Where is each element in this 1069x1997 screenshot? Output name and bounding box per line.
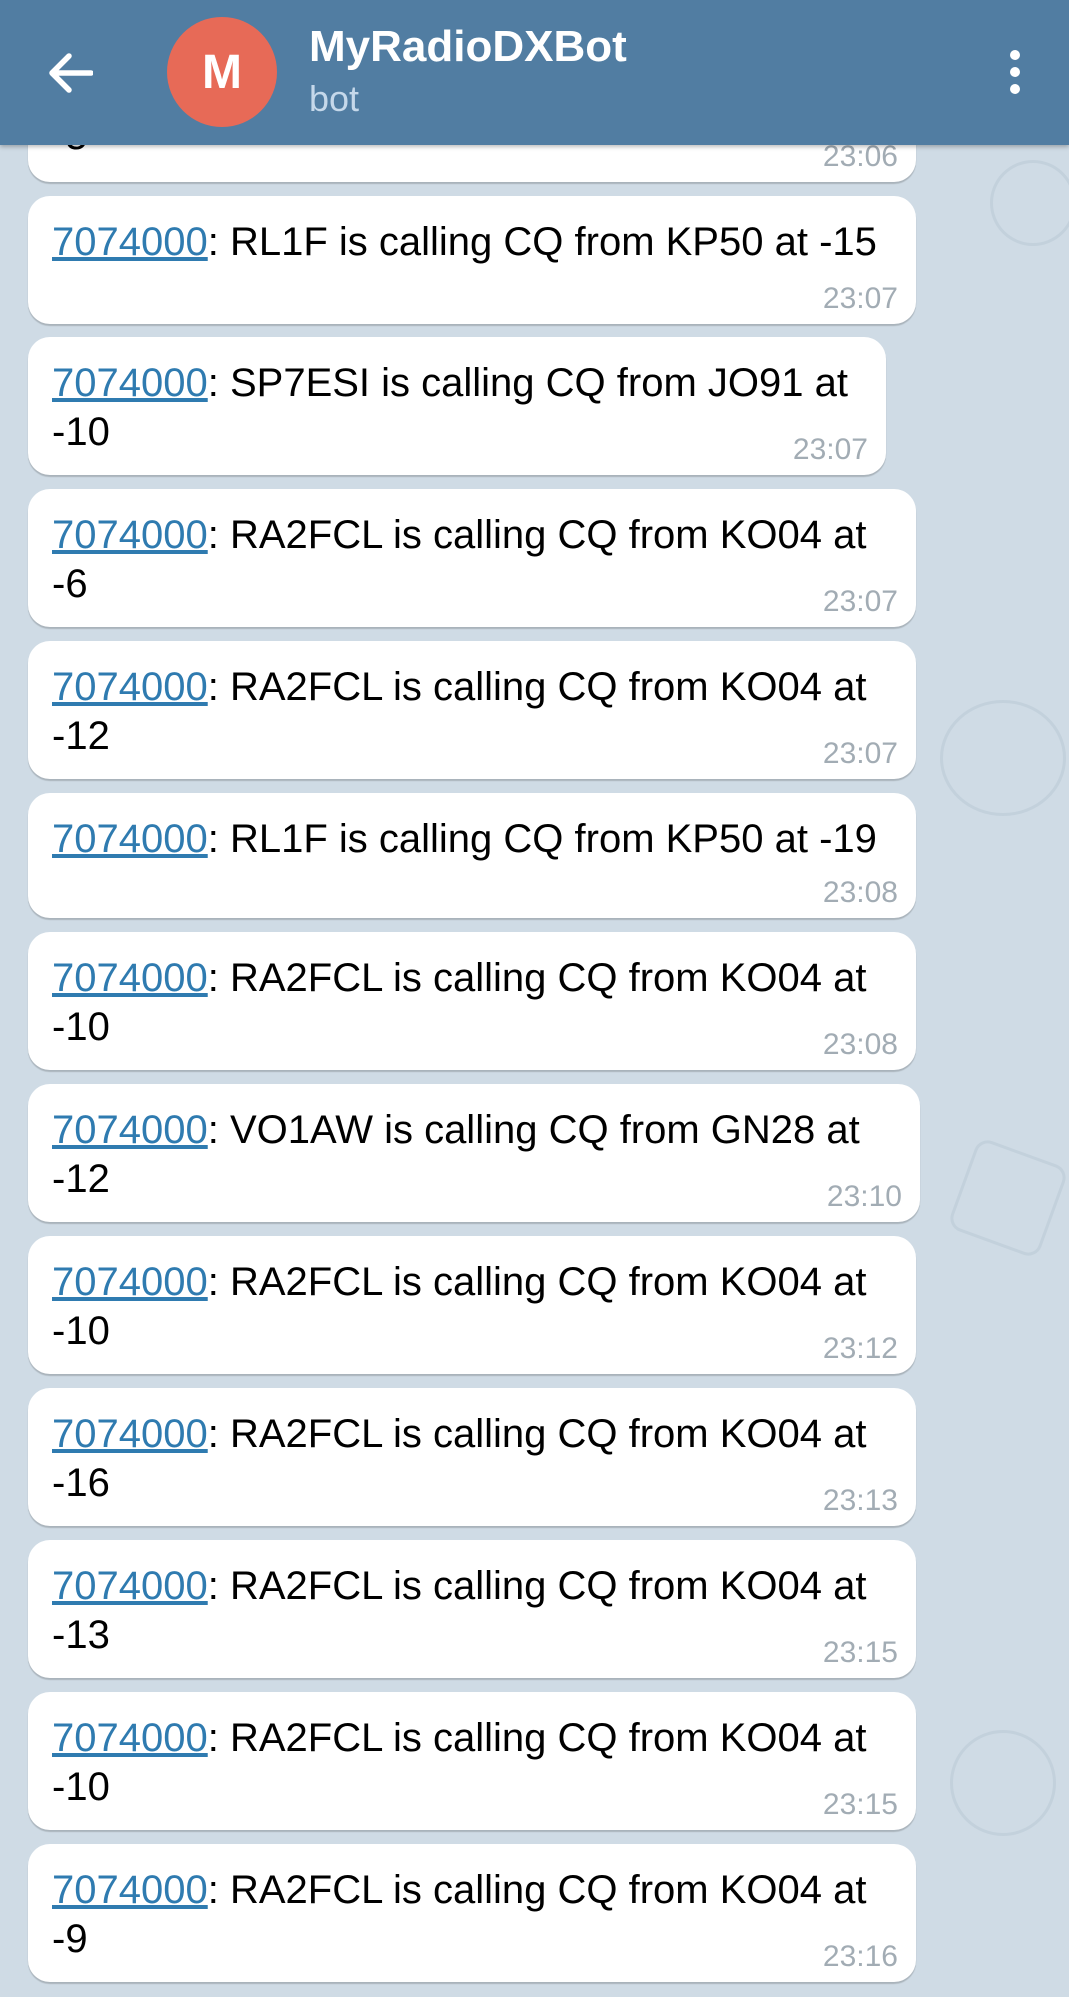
chat-subtitle: bot: [309, 78, 360, 119]
message-time: 23:08: [822, 876, 898, 909]
more-menu-button[interactable]: [990, 42, 1040, 102]
message-time: 23:07: [822, 585, 898, 618]
arrow-left-icon: [49, 53, 93, 93]
background-doodle: [940, 700, 1066, 816]
chat-title[interactable]: MyRadioDXBot: [309, 22, 627, 72]
message-time: 23:15: [822, 1788, 898, 1821]
message-bubble[interactable]: 7074000: VO1AW is calling CQ from GN28 a…: [28, 1084, 920, 1222]
frequency-link[interactable]: 7074000: [52, 1868, 208, 1912]
message-text: : RL1F is calling CQ from KP50 at -15: [207, 220, 877, 264]
message-bubble[interactable]: 7074000: RA2FCL is calling CQ from KO04 …: [28, 641, 916, 779]
message-bubble[interactable]: 7074000: RA2FCL is calling CQ from KO04 …: [28, 489, 916, 627]
message-bubble[interactable]: 7074000: RA2FCL is calling CQ from KO04 …: [28, 932, 916, 1070]
message-text: : RL1F is calling CQ from KP50 at -19: [207, 817, 877, 861]
frequency-link[interactable]: 7074000: [52, 1412, 208, 1456]
more-vertical-icon-dot: [1010, 84, 1020, 94]
message-time: 23:12: [822, 1332, 898, 1365]
message-time: 23:07: [792, 433, 868, 466]
frequency-link[interactable]: 7074000: [52, 1108, 208, 1152]
message-time: 23:07: [822, 737, 898, 770]
chat-area[interactable]: -5 23:06 7074000: RL1F is calling CQ fro…: [0, 0, 1069, 1997]
back-button[interactable]: [30, 38, 110, 108]
message-time: 23:13: [822, 1484, 898, 1517]
message-bubble[interactable]: 7074000: RA2FCL is calling CQ from KO04 …: [28, 1388, 916, 1526]
frequency-link[interactable]: 7074000: [52, 1564, 208, 1608]
message-bubble[interactable]: 7074000: RA2FCL is calling CQ from KO04 …: [28, 1540, 916, 1678]
frequency-link[interactable]: 7074000: [52, 956, 208, 1000]
frequency-link[interactable]: 7074000: [52, 1716, 208, 1760]
message-time: 23:15: [822, 1636, 898, 1669]
background-doodle: [990, 160, 1069, 246]
more-vertical-icon-dot: [1010, 67, 1020, 77]
message-bubble[interactable]: 7074000: RL1F is calling CQ from KP50 at…: [28, 793, 916, 918]
avatar[interactable]: M: [167, 17, 277, 127]
message-bubble[interactable]: 7074000: RL1F is calling CQ from KP50 at…: [28, 196, 916, 324]
frequency-link[interactable]: 7074000: [52, 817, 208, 861]
message-time: 23:07: [822, 282, 898, 315]
message-time: 23:16: [822, 1940, 898, 1973]
more-vertical-icon: [1010, 50, 1020, 60]
message-bubble[interactable]: 7074000: RA2FCL is calling CQ from KO04 …: [28, 1844, 916, 1982]
message-bubble[interactable]: 7074000: SP7ESI is calling CQ from JO91 …: [28, 337, 886, 475]
background-doodle: [950, 1730, 1056, 1836]
message-time: 23:08: [822, 1028, 898, 1061]
frequency-link[interactable]: 7074000: [52, 220, 208, 264]
message-time: 23:10: [826, 1180, 902, 1213]
message-bubble[interactable]: 7074000: RA2FCL is calling CQ from KO04 …: [28, 1692, 916, 1830]
message-bubble[interactable]: 7074000: RA2FCL is calling CQ from KO04 …: [28, 1236, 916, 1374]
frequency-link[interactable]: 7074000: [52, 513, 208, 557]
frequency-link[interactable]: 7074000: [52, 1260, 208, 1304]
frequency-link[interactable]: 7074000: [52, 665, 208, 709]
message-time: 23:06: [822, 140, 898, 173]
chat-header: M MyRadioDXBot bot: [0, 0, 1069, 145]
frequency-link[interactable]: 7074000: [52, 361, 208, 405]
background-doodle: [946, 1136, 1069, 1260]
